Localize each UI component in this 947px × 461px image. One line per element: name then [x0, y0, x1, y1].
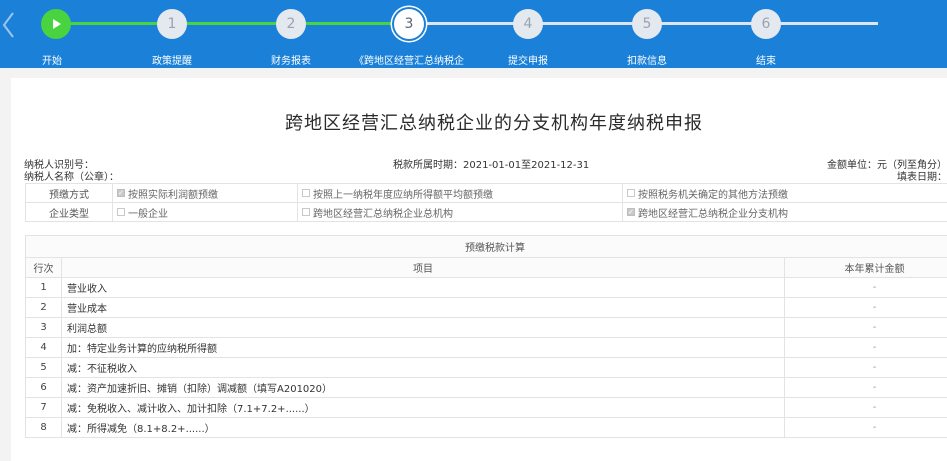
- row-item: 营业成本: [61, 297, 785, 318]
- row-item: 减：不征税收入: [61, 357, 785, 378]
- row-item: 利润总额: [61, 317, 785, 338]
- step-5-circle[interactable]: 5: [632, 9, 662, 39]
- type-headquarters-checkbox[interactable]: 跨地区经营汇总纳税企业总机构: [302, 205, 453, 220]
- row-amount-cell[interactable]: -: [784, 377, 947, 398]
- step-6-circle[interactable]: 6: [751, 9, 781, 39]
- step-3-circle[interactable]: 3: [394, 9, 424, 39]
- row-number: 5: [25, 357, 62, 378]
- row-item: 减：免税收入、减计收入、加计扣除（7.1+7.2+......）: [61, 397, 785, 418]
- row-amount-cell[interactable]: -: [784, 277, 947, 298]
- table-row: 4 加：特定业务计算的应纳税所得额 -: [25, 337, 947, 358]
- row-number: 2: [25, 297, 62, 318]
- step-start-circle[interactable]: [41, 9, 71, 39]
- prepay-calculation-table: 预缴税款计算 行次 项目 本年累计金额 1 营业收入 -2 营业成本 -3 利润总额 -4 加…: [25, 235, 947, 438]
- table-row: 7 减：免税收入、减计收入、加计扣除（7.1+7.2+......） -: [25, 397, 947, 418]
- row-amount-cell[interactable]: -: [784, 337, 947, 358]
- type-general-checkbox[interactable]: 一般企业: [117, 205, 168, 220]
- type-branch-checkbox[interactable]: 跨地区经营汇总纳税企业分支机构: [627, 205, 788, 220]
- row-item: 减：所得减免（8.1+8.2+......）: [61, 417, 785, 438]
- prepay-average-checkbox[interactable]: 按照上一纳税年度应纳所得额平均额预缴: [302, 186, 493, 201]
- step-label-start[interactable]: 开始: [42, 52, 62, 67]
- checkbox-empty-icon: [117, 208, 125, 216]
- table-row: 6 减：资产加速折旧、摊销（扣除）调减额（填写A201020） -: [25, 377, 947, 398]
- row-item: 加：特定业务计算的应纳税所得额: [61, 337, 785, 358]
- step-label-financial[interactable]: 财务报表: [271, 52, 311, 67]
- taxpayer-name-label: 纳税人名称（公章）：: [24, 172, 119, 183]
- step-label-submit[interactable]: 提交申报: [508, 52, 548, 67]
- row-number: 7: [25, 397, 62, 418]
- checkbox-empty-icon: [302, 189, 310, 197]
- column-header-row: 行次 项目 本年累计金额: [25, 257, 947, 278]
- row-number: 3: [25, 317, 62, 338]
- section-title: 预缴税款计算: [25, 235, 947, 258]
- fill-date-label: 填表日期：: [897, 172, 947, 183]
- col-header-item: 项目: [61, 257, 785, 278]
- row-amount-cell[interactable]: -: [784, 297, 947, 318]
- section-header-row: 预缴税款计算: [25, 235, 947, 258]
- declaration-form: 跨地区经营汇总纳税企业的分支机构年度纳税申报 纳税人识别号： 纳税人名称（公章）…: [11, 78, 947, 461]
- enterprise-type-row: 企业类型 一般企业 跨地区经营汇总纳税企业总机构 跨地区经营汇总纳税企业分支机构: [25, 202, 947, 222]
- options-table: 预缴方式 按照实际利润额预缴 按照上一纳税年度应纳所得额平均额预缴 按照税务机关…: [25, 183, 947, 222]
- table-row: 2 营业成本 -: [25, 297, 947, 318]
- row-number: 4: [25, 337, 62, 358]
- row-amount-cell[interactable]: -: [784, 317, 947, 338]
- col-header-row-no: 行次: [25, 257, 62, 278]
- row-number: 8: [25, 417, 62, 438]
- play-icon: [53, 19, 61, 29]
- row-number: 6: [25, 377, 62, 398]
- back-arrow-icon[interactable]: [1, 10, 17, 40]
- row-amount-cell[interactable]: -: [784, 397, 947, 418]
- table-row: 3 利润总额 -: [25, 317, 947, 338]
- table-row: 5 减：不征税收入 -: [25, 357, 947, 378]
- progress-track-completed: [56, 22, 408, 25]
- row-item: 减：资产加速折旧、摊销（扣除）调减额（填写A201020）: [61, 377, 785, 398]
- enterprise-type-label: 企业类型: [25, 202, 113, 222]
- step-4-circle[interactable]: 4: [513, 9, 543, 39]
- step-1-circle[interactable]: 1: [157, 9, 187, 39]
- step-label-policy[interactable]: 政策提醒: [152, 52, 192, 67]
- form-title: 跨地区经营汇总纳税企业的分支机构年度纳税申报: [285, 113, 703, 134]
- row-amount-cell[interactable]: -: [784, 417, 947, 438]
- row-number: 1: [25, 277, 62, 298]
- prepay-actual-profit-checkbox[interactable]: 按照实际利润额预缴: [117, 186, 218, 201]
- checkbox-checked-icon: [627, 208, 635, 216]
- step-2-circle[interactable]: 2: [276, 9, 306, 39]
- col-header-amount: 本年累计金额: [784, 257, 947, 278]
- prepay-method-label: 预缴方式: [25, 183, 113, 203]
- checkbox-checked-icon: [117, 189, 125, 197]
- prepay-other-method-checkbox[interactable]: 按照税务机关确定的其他方法预缴: [627, 186, 788, 201]
- checkbox-empty-icon: [302, 208, 310, 216]
- step-progress-bar: 1 2 3 4 5 6 开始 政策提醒 财务报表 《跨地区经营汇总纳税企 提交申…: [0, 0, 947, 68]
- checkbox-empty-icon: [627, 189, 635, 197]
- row-amount-cell[interactable]: -: [784, 357, 947, 378]
- row-item: 营业收入: [61, 277, 785, 298]
- tax-period: 税款所属时期：2021-01-01至2021-12-31: [393, 160, 590, 171]
- step-label-declaration[interactable]: 《跨地区经营汇总纳税企: [354, 52, 464, 67]
- table-row: 1 营业收入 -: [25, 277, 947, 298]
- step-label-deduction[interactable]: 扣款信息: [627, 52, 667, 67]
- table-row: 8 减：所得减免（8.1+8.2+......） -: [25, 417, 947, 438]
- step-label-end[interactable]: 结束: [756, 52, 776, 67]
- prepay-method-row: 预缴方式 按照实际利润额预缴 按照上一纳税年度应纳所得额平均额预缴 按照税务机关…: [25, 183, 947, 203]
